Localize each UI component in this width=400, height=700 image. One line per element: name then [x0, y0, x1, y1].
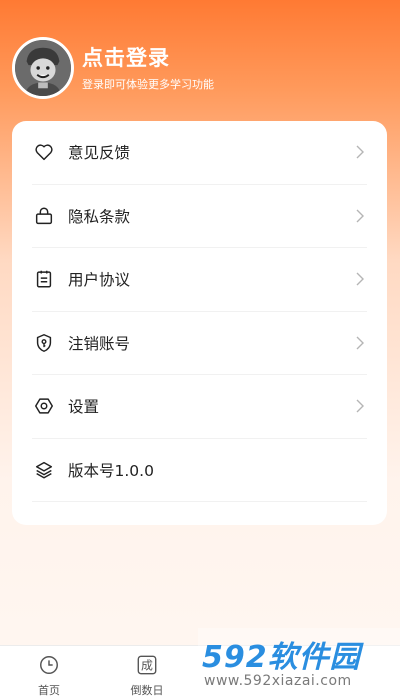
chevron-right-icon: [353, 208, 367, 224]
tab-home[interactable]: 首页: [0, 646, 98, 700]
menu-item-version: 版本号1.0.0: [32, 439, 367, 502]
layers-icon: [32, 458, 56, 482]
watermark-title: 592软件园: [202, 640, 361, 675]
watermark-url: www.592xiazai.com: [204, 673, 352, 689]
cheng-glyph: 成: [141, 659, 153, 673]
menu-item-label: 注销账号: [68, 334, 131, 353]
chevron-right-icon: [353, 271, 367, 287]
lock-icon: [32, 204, 56, 228]
avatar[interactable]: [12, 37, 74, 99]
chevron-right-icon: [353, 398, 367, 414]
tab-countdown[interactable]: 成 倒数日: [98, 646, 196, 700]
version-label: 版本号1.0.0: [68, 461, 154, 480]
menu-item-user-agreement[interactable]: 用户协议: [32, 248, 367, 312]
tab-label: 首页: [38, 684, 60, 697]
heart-icon: [32, 140, 56, 164]
chevron-right-icon: [353, 335, 367, 351]
menu-item-label: 隐私条款: [68, 207, 131, 226]
clock-icon: [37, 653, 61, 677]
profile-header[interactable]: 点击登录 登录即可体验更多学习功能: [12, 35, 392, 101]
login-subtitle: 登录即可体验更多学习功能: [82, 78, 214, 91]
menu-item-label: 意见反馈: [68, 144, 131, 163]
menu-item-label: 设置: [68, 398, 100, 417]
cheng-badge-icon: 成: [135, 653, 159, 677]
clipboard-icon: [32, 267, 56, 291]
menu-item-settings[interactable]: 设置: [32, 375, 367, 439]
menu-card: 意见反馈 隐私条款 用户协议 注销账号 设置 版本号1.0.0: [12, 121, 387, 525]
cartoon-avatar-icon: [15, 40, 71, 96]
menu-item-privacy[interactable]: 隐私条款: [32, 185, 367, 248]
login-title[interactable]: 点击登录: [82, 44, 214, 72]
menu-item-delete-account[interactable]: 注销账号: [32, 312, 367, 375]
shield-key-icon: [32, 331, 56, 355]
menu-item-label: 用户协议: [68, 271, 131, 290]
tab-label: 倒数日: [130, 684, 164, 697]
chevron-right-icon: [353, 144, 367, 160]
hexagon-settings-icon: [32, 394, 56, 418]
menu-item-feedback[interactable]: 意见反馈: [32, 121, 367, 185]
watermark: 592软件园 www.592xiazai.com: [198, 628, 400, 700]
